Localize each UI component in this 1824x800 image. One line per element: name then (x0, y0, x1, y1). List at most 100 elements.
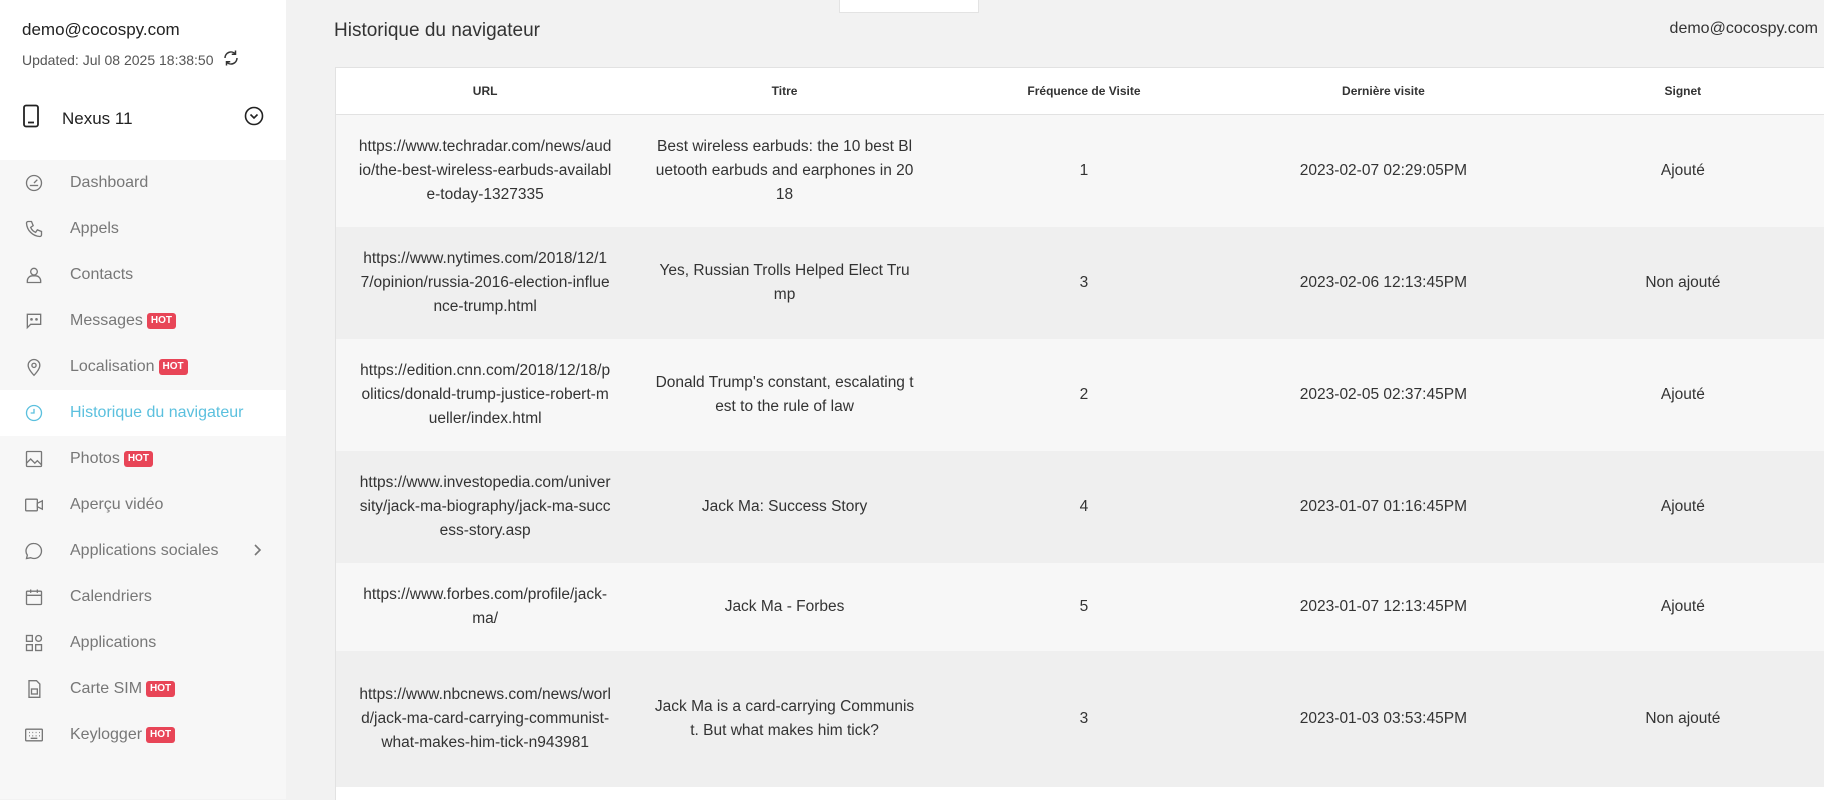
frequency-cell: 3 (934, 226, 1234, 339)
chat-icon (22, 539, 46, 563)
location-icon (22, 355, 46, 379)
sidebar-item-contacts[interactable]: Contacts (0, 252, 286, 298)
bookmark-cell: Ajouté (1533, 114, 1824, 227)
clock-icon (22, 401, 46, 425)
sidebar-item-applications[interactable]: Applications (0, 620, 286, 666)
sidebar-item-label: Carte SIM (70, 680, 143, 697)
sidebar-item-label: Aperçu vidéo (70, 496, 164, 513)
hot-badge: HOT (146, 681, 176, 697)
title-cell: Jack Ma - Forbes (634, 562, 935, 651)
sidebar-menu: Dashboard Appels Contacts Messages HOT Locali… (0, 160, 286, 758)
account-email: demo@cocospy.com (22, 20, 180, 39)
last-visit-cell: 2023-01-07 12:13:45PM (1233, 562, 1534, 651)
bookmark-cell: Ajouté (1533, 450, 1824, 563)
bookmark-cell: Ajouté (1533, 562, 1824, 651)
frequency-cell: 5 (934, 562, 1234, 651)
last-visit-cell: 2023-02-07 02:29:05PM (1233, 114, 1534, 227)
updated-text: Updated: Jul 08 2025 18:38:50 (22, 51, 214, 68)
sidebar-item-label: Dashboard (70, 174, 149, 191)
hot-badge: HOT (158, 359, 188, 375)
frequency-cell: 4 (934, 450, 1234, 563)
title-cell: Jack Ma is a card-carrying Communist. Bu… (634, 650, 935, 787)
title-cell: Donald Trump's constant, escalating test… (634, 338, 935, 451)
sidebar: demo@cocospy.com Updated: Jul 08 2025 18… (0, 0, 286, 799)
url-cell[interactable]: https://www.forbes.com/profile/jack-ma/ (336, 562, 635, 651)
apps-icon (22, 631, 46, 655)
title-cell: Jack Ma: Success Story (634, 450, 935, 563)
sidebar-item-photos[interactable]: Photos HOT (0, 436, 286, 482)
title-cell: Best wireless earbuds: the 10 best Bluet… (634, 114, 935, 227)
browser-history-table: URL Titre Fréquence de Visite Dernière v… (335, 67, 1824, 800)
dashboard-icon (22, 171, 46, 195)
device-selector[interactable]: Nexus 11 (0, 77, 286, 160)
sidebar-item-applications-sociales[interactable]: Applications sociales (0, 528, 286, 574)
video-icon (22, 493, 46, 517)
table-row[interactable]: https://www.forbes.com/profile/jack-ma/J… (336, 562, 1824, 651)
sidebar-item-label: Photos (70, 450, 120, 467)
sidebar-item-label: Calendriers (70, 588, 152, 605)
account-panel: demo@cocospy.com Updated: Jul 08 2025 18… (0, 0, 286, 77)
sidebar-item-apercu-video[interactable]: Aperçu vidéo (0, 482, 286, 528)
column-header-last-visit[interactable]: Dernière visite (1233, 68, 1534, 115)
sidebar-item-label: Localisation (70, 358, 155, 375)
chevron-down-icon[interactable] (244, 106, 264, 131)
frequency-cell: 2 (934, 338, 1234, 451)
bookmark-cell: Non ajouté (1533, 650, 1824, 787)
url-cell[interactable]: https://www.investopedia.com/university/… (336, 450, 635, 563)
title-cell: Yes, Russian Trolls Helped Elect Trump (634, 226, 935, 339)
updated-status: Updated: Jul 08 2025 18:38:50 (22, 49, 264, 70)
sidebar-item-keylogger[interactable]: Keylogger HOT (0, 712, 286, 758)
sidebar-item-label: Appels (70, 220, 119, 237)
refresh-icon[interactable] (222, 49, 240, 70)
sidebar-item-historique-du-navigateur[interactable]: Historique du navigateur (0, 390, 286, 436)
frequency-cell: 1 (934, 114, 1234, 227)
table-row[interactable]: https://www.nbcnews.com/news/world/jack-… (336, 650, 1824, 787)
sidebar-item-label: Messages (70, 312, 143, 329)
url-cell[interactable]: https://edition.cnn.com/2018/12/18/polit… (336, 338, 635, 451)
hot-badge: HOT (146, 313, 177, 329)
image-icon (22, 447, 46, 471)
page-title: Historique du navigateur (334, 20, 540, 41)
sidebar-item-localisation[interactable]: Localisation HOT (0, 344, 286, 390)
url-cell[interactable]: https://www.nytimes.com/2018/12/17/opini… (336, 226, 635, 339)
table-row[interactable]: https://edition.cnn.com/2018/12/18/polit… (336, 338, 1824, 451)
url-cell[interactable]: https://www.techradar.com/news/audio/the… (336, 114, 635, 227)
sidebar-item-calendriers[interactable]: Calendriers (0, 574, 286, 620)
bookmark-cell: Ajouté (1533, 338, 1824, 451)
phone-device-icon (22, 104, 40, 133)
sidebar-item-messages[interactable]: Messages HOT (0, 298, 286, 344)
sidebar-item-appels[interactable]: Appels (0, 206, 286, 252)
table-row[interactable]: https://www.techradar.com/news/audio/the… (336, 114, 1824, 227)
calendar-icon (22, 585, 46, 609)
column-header-url[interactable]: URL (336, 68, 635, 115)
hot-badge: HOT (123, 451, 153, 467)
table-row[interactable]: https://www.investopedia.com/university/… (336, 450, 1824, 563)
column-header-bookmark[interactable]: Signet (1533, 68, 1824, 115)
frequency-cell: 3 (934, 650, 1234, 787)
last-visit-cell: 2023-01-07 01:16:45PM (1233, 450, 1534, 563)
url-cell[interactable]: https://www.nbcnews.com/news/world/jack-… (336, 650, 635, 787)
main-content: Historique du navigateur demo@cocospy.co… (286, 0, 1824, 800)
sidebar-item-label: Keylogger (70, 726, 143, 743)
sidebar-item-label: Historique du navigateur (70, 404, 244, 421)
message-icon (22, 309, 46, 333)
last-visit-cell: 2023-02-05 02:37:45PM (1233, 338, 1534, 451)
table-row[interactable]: https://www.nytimes.com/2018/12/17/opini… (336, 226, 1824, 339)
sidebar-item-carte-sim[interactable]: Carte SIM HOT (0, 666, 286, 712)
bookmark-cell: Non ajouté (1533, 226, 1824, 339)
phone-icon (22, 217, 46, 241)
person-icon (22, 263, 46, 287)
table-header-row: URL Titre Fréquence de Visite Dernière v… (336, 68, 1824, 115)
sidebar-item-label: Applications (70, 634, 157, 651)
column-header-frequency[interactable]: Fréquence de Visite (934, 68, 1234, 115)
keyboard-icon (22, 723, 46, 747)
sidebar-item-label: Applications sociales (70, 542, 219, 559)
chevron-right-icon (250, 543, 264, 562)
column-header-title[interactable]: Titre (634, 68, 935, 115)
sidebar-item-label: Contacts (70, 266, 134, 283)
header-email: demo@cocospy.com (1669, 20, 1818, 37)
sidebar-item-dashboard[interactable]: Dashboard (0, 160, 286, 206)
top-tab[interactable] (839, 0, 979, 13)
device-name: Nexus 11 (62, 108, 133, 128)
last-visit-cell: 2023-02-06 12:13:45PM (1233, 226, 1534, 339)
